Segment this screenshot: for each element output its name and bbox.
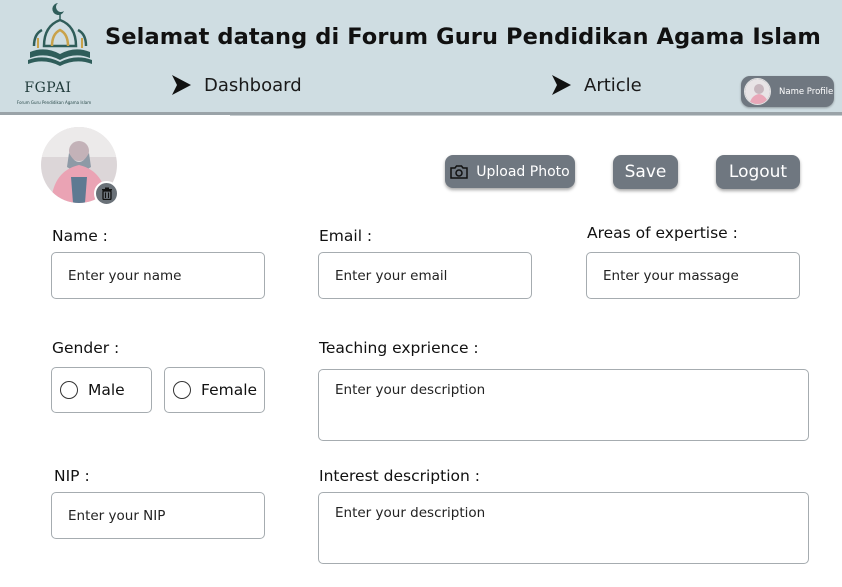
gender-male-option[interactable]: Male	[51, 367, 152, 413]
camera-icon	[450, 164, 469, 179]
expertise-label: Areas of expertise :	[587, 224, 738, 242]
gender-female-label: Female	[201, 381, 258, 399]
radio-button[interactable]	[173, 381, 191, 399]
header-divider-secondary	[230, 115, 842, 116]
expertise-input[interactable]: Enter your massage	[586, 252, 800, 299]
logo-title: FGPAI	[24, 80, 72, 96]
gender-female-option[interactable]: Female	[164, 367, 265, 413]
nip-label: NIP :	[54, 467, 90, 485]
gender-male-label: Male	[88, 381, 125, 399]
teaching-experience-label: Teaching exprience :	[319, 339, 479, 357]
nav-dashboard-label: Dashboard	[204, 74, 302, 96]
arrow-right-icon	[172, 75, 191, 95]
nip-input[interactable]: Enter your NIP	[51, 492, 265, 539]
delete-photo-button[interactable]	[94, 181, 119, 206]
mosque-book-icon	[28, 3, 92, 66]
upload-photo-label: Upload Photo	[476, 163, 570, 180]
email-label: Email :	[319, 227, 373, 245]
gender-label: Gender :	[52, 339, 120, 357]
nav-article[interactable]: Article	[550, 70, 642, 100]
radio-button[interactable]	[60, 381, 78, 399]
profile-name: Name Profile	[779, 86, 834, 97]
profile-chip[interactable]: Name Profile	[741, 76, 834, 107]
name-label: Name :	[52, 227, 108, 245]
nav-dashboard[interactable]: Dashboard	[170, 70, 302, 100]
save-button[interactable]: Save	[613, 155, 678, 189]
arrow-right-icon	[552, 75, 571, 95]
profile-avatar	[744, 78, 771, 105]
logout-button[interactable]: Logout	[716, 155, 800, 189]
email-input[interactable]: Enter your email	[318, 252, 532, 299]
upload-photo-button[interactable]: Upload Photo	[445, 155, 575, 188]
top-header	[0, 0, 842, 113]
name-input[interactable]: Enter your name	[51, 252, 265, 299]
page-title: Selamat datang di Forum Guru Pendidikan …	[105, 24, 821, 50]
interest-description-label: Interest description :	[319, 467, 480, 485]
interest-description-textarea[interactable]: Enter your description	[318, 492, 809, 564]
teaching-experience-textarea[interactable]: Enter your description	[318, 369, 809, 441]
logo-subtitle: Forum Guru Pendidikan Agama Islam	[16, 100, 92, 105]
nav-article-label: Article	[584, 74, 642, 96]
trash-icon	[101, 187, 112, 200]
